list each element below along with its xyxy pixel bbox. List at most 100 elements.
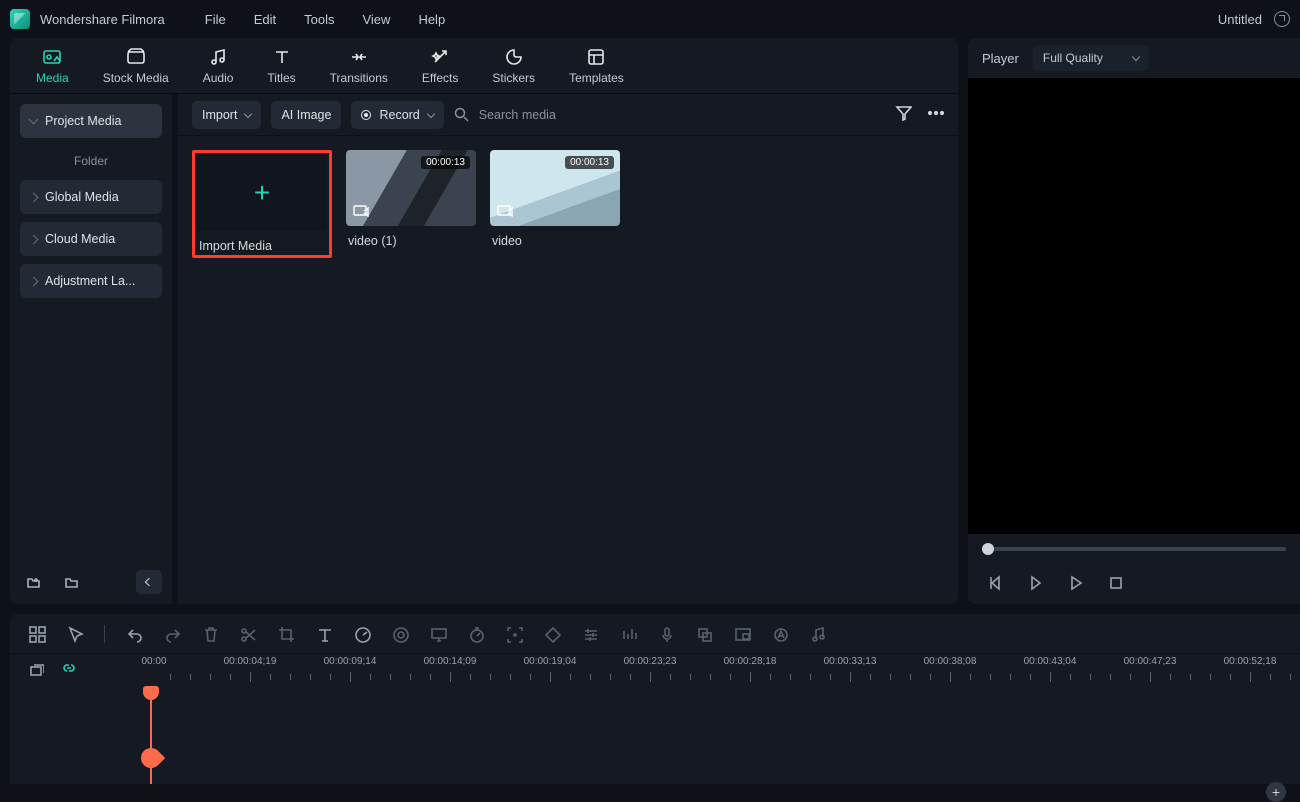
- delete-button[interactable]: [201, 625, 219, 643]
- crop-icon: [277, 625, 295, 643]
- tab-audio[interactable]: Audio: [203, 47, 234, 85]
- link-button[interactable]: [60, 661, 76, 682]
- color-button[interactable]: [391, 625, 409, 643]
- scrub-track[interactable]: [982, 547, 1286, 551]
- search-input[interactable]: [477, 107, 657, 123]
- stop-icon: [1106, 573, 1124, 591]
- tab-effects[interactable]: Effects: [422, 47, 458, 85]
- filter-button[interactable]: [894, 103, 912, 126]
- music-beat-icon: [809, 625, 827, 643]
- import-media-card[interactable]: + Import Media: [197, 155, 327, 253]
- adjust-button[interactable]: [581, 625, 599, 643]
- tab-audio-label: Audio: [203, 71, 234, 85]
- player-panel: Player Full Quality: [968, 38, 1300, 604]
- tab-media[interactable]: Media: [36, 47, 69, 85]
- media-icon: [42, 47, 62, 67]
- record-label: Record: [379, 108, 419, 122]
- chevron-down-icon: [427, 109, 435, 117]
- menu-edit[interactable]: Edit: [254, 12, 276, 27]
- sidebar-item-global-media[interactable]: Global Media: [20, 180, 162, 214]
- menu-view[interactable]: View: [362, 12, 390, 27]
- timeline-tracks[interactable]: +: [10, 688, 1300, 784]
- sidebar-item-project-media[interactable]: Project Media: [20, 104, 162, 138]
- trash-icon: [201, 625, 219, 643]
- prev-frame-button[interactable]: [986, 573, 1004, 596]
- timeline-ruler[interactable]: 00:0000:00:04;1900:00:09;1400:00:14;0900…: [150, 654, 1300, 688]
- undo-icon: [125, 625, 143, 643]
- redo-button[interactable]: [163, 625, 181, 643]
- app-logo-icon: [10, 9, 30, 29]
- menu-file[interactable]: File: [205, 12, 226, 27]
- tab-stickers[interactable]: Stickers: [492, 47, 535, 85]
- crop-button[interactable]: [277, 625, 295, 643]
- record-dropdown[interactable]: Record: [351, 101, 443, 129]
- media-item[interactable]: 00:00:13 video (1): [346, 150, 476, 248]
- screen-button[interactable]: [429, 625, 447, 643]
- ai-image-button[interactable]: AI Image: [271, 101, 341, 129]
- layers-icon: [28, 661, 44, 677]
- ai-image-label: AI Image: [281, 108, 331, 122]
- timeline-header: 00:0000:00:04;1900:00:09;1400:00:14;0900…: [10, 654, 1300, 688]
- focus-button[interactable]: [505, 625, 523, 643]
- beat-button[interactable]: [809, 625, 827, 643]
- voice-button[interactable]: [657, 625, 675, 643]
- text-button[interactable]: [315, 625, 333, 643]
- layout-button[interactable]: [28, 625, 46, 643]
- sidebar-item-adjustment-layers[interactable]: Adjustment La...: [20, 264, 162, 298]
- play-in-button[interactable]: [1026, 573, 1044, 596]
- sidebar-item-label: Project Media: [45, 114, 121, 128]
- tab-transitions-label: Transitions: [330, 71, 388, 85]
- tab-transitions[interactable]: Transitions: [330, 47, 388, 85]
- add-track-button[interactable]: +: [1266, 782, 1286, 802]
- undo-button[interactable]: [125, 625, 143, 643]
- chevron-right-icon: [29, 276, 39, 286]
- document-title: Untitled: [1218, 12, 1262, 27]
- split-button[interactable]: [239, 625, 257, 643]
- import-media-label: Import Media: [197, 239, 327, 253]
- player-scrub[interactable]: [968, 534, 1300, 564]
- group-button[interactable]: [695, 625, 713, 643]
- pip-button[interactable]: [733, 625, 751, 643]
- audio-adj-button[interactable]: [619, 625, 637, 643]
- keyframe-button[interactable]: [543, 625, 561, 643]
- tab-media-label: Media: [36, 71, 69, 85]
- stop-button[interactable]: [1106, 573, 1124, 596]
- tab-titles[interactable]: Titles: [267, 47, 295, 85]
- import-label: Import: [202, 108, 237, 122]
- sidebar-item-cloud-media[interactable]: Cloud Media: [20, 222, 162, 256]
- menu-help[interactable]: Help: [418, 12, 445, 27]
- import-dropdown[interactable]: Import: [192, 101, 261, 129]
- play-button[interactable]: [1066, 573, 1084, 596]
- add-to-timeline-icon[interactable]: [496, 202, 514, 220]
- cursor-button[interactable]: [66, 625, 84, 643]
- scrub-thumb[interactable]: [982, 543, 994, 555]
- track-manager-button[interactable]: [28, 661, 44, 682]
- auto-button[interactable]: [771, 625, 789, 643]
- scissors-icon: [239, 625, 257, 643]
- add-to-timeline-icon[interactable]: [352, 202, 370, 220]
- folder-button[interactable]: [58, 570, 84, 594]
- more-button[interactable]: [926, 103, 944, 126]
- player-label: Player: [982, 51, 1019, 66]
- speed-button[interactable]: [353, 625, 371, 643]
- media-toolbar: Import AI Image Record: [178, 94, 958, 136]
- play-icon: [1066, 573, 1084, 591]
- tab-templates[interactable]: Templates: [569, 47, 624, 85]
- collapse-sidebar-button[interactable]: [136, 570, 162, 594]
- pip-icon: [733, 625, 751, 643]
- tab-stickers-label: Stickers: [492, 71, 535, 85]
- player-quality-dropdown[interactable]: Full Quality: [1033, 45, 1149, 71]
- plus-icon: +: [254, 179, 270, 207]
- player-preview[interactable]: [968, 78, 1300, 534]
- chevron-down-icon: [244, 109, 252, 117]
- player-quality-label: Full Quality: [1043, 51, 1103, 65]
- divider: [104, 625, 105, 643]
- menu-tools[interactable]: Tools: [304, 12, 334, 27]
- history-icon[interactable]: [1274, 11, 1290, 27]
- timer-button[interactable]: [467, 625, 485, 643]
- speed-icon: [353, 625, 371, 643]
- tab-stock-media[interactable]: Stock Media: [103, 47, 169, 85]
- media-item[interactable]: 00:00:13 video: [490, 150, 620, 248]
- new-folder-button[interactable]: [20, 570, 46, 594]
- playhead-marker[interactable]: [137, 744, 165, 772]
